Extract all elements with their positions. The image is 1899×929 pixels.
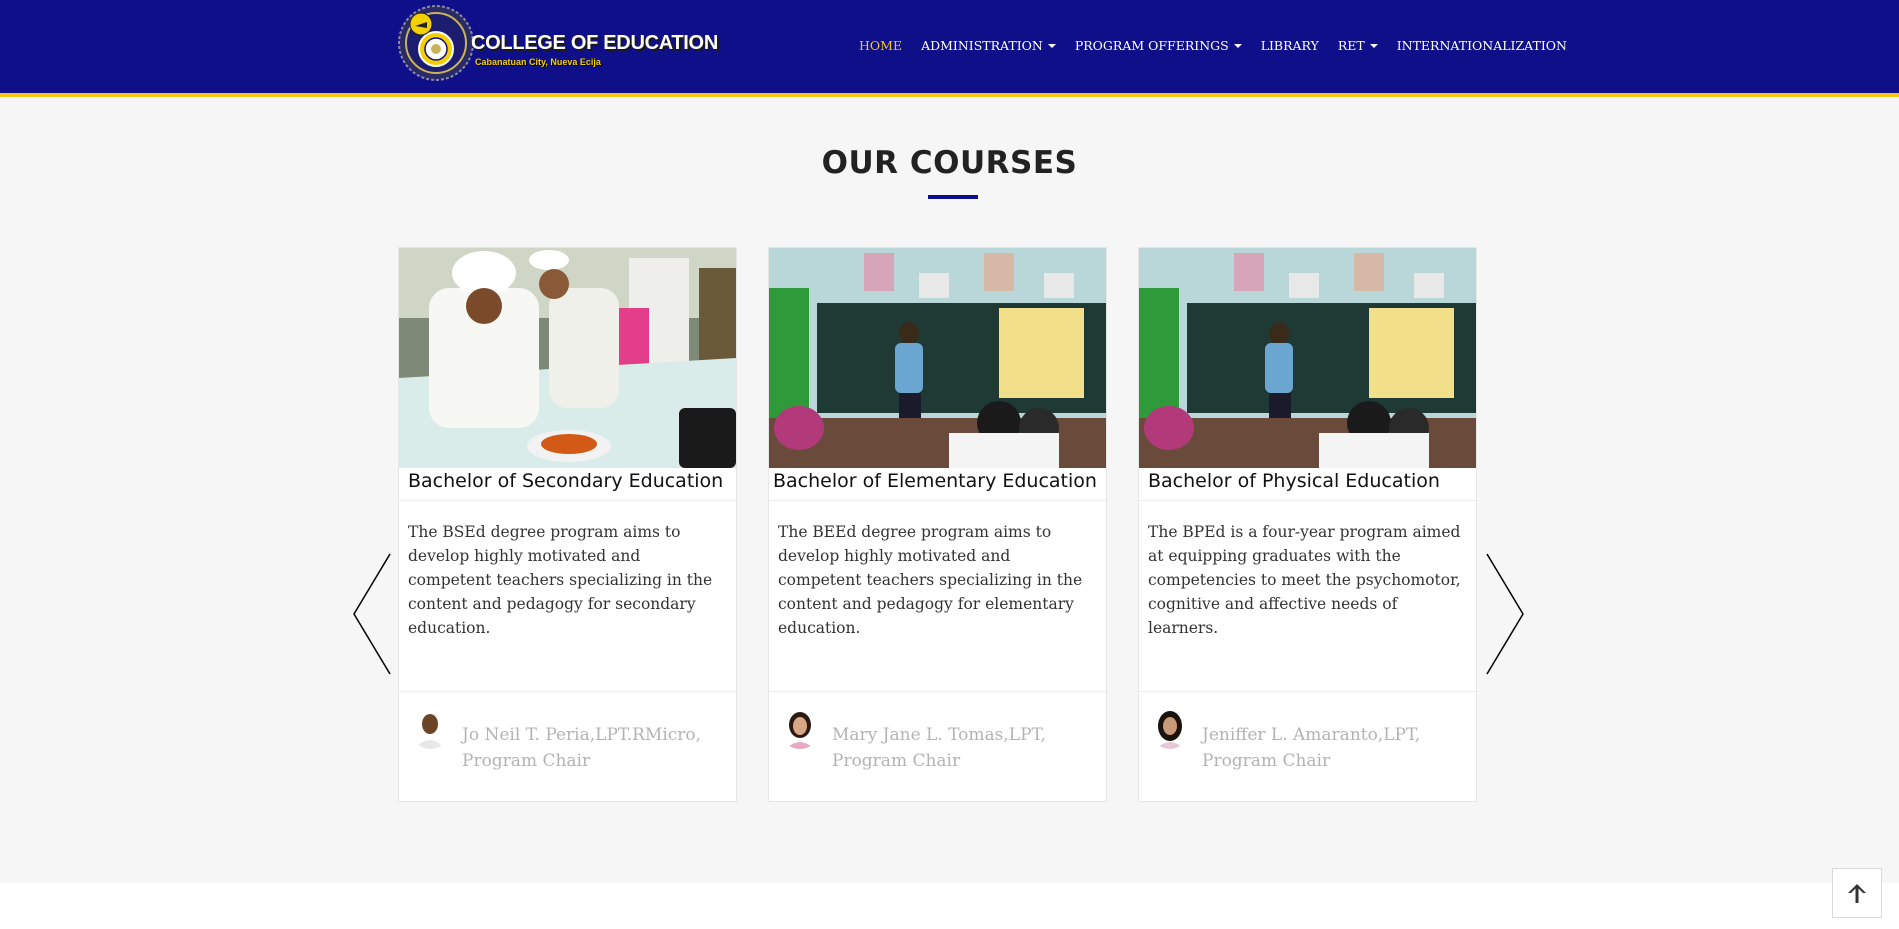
nav-program-offerings[interactable]: PROGRAM OFFERINGS bbox=[1075, 38, 1242, 53]
brand-title: COLLEGE OF EDUCATION bbox=[471, 32, 718, 54]
course-name: Bachelor of Physical Education bbox=[1148, 470, 1440, 492]
avatar bbox=[410, 709, 450, 749]
college-seal-icon bbox=[398, 5, 474, 81]
divider bbox=[1139, 500, 1476, 501]
scroll-to-top-button[interactable] bbox=[1832, 868, 1882, 918]
course-description: The BPEd is a four-year program aimed at… bbox=[1148, 523, 1461, 637]
main-nav: HOME ADMINISTRATION PROGRAM OFFERINGS LI… bbox=[859, 38, 1586, 53]
chevron-right-icon[interactable] bbox=[1485, 552, 1525, 676]
avatar bbox=[780, 709, 820, 749]
course-image-classroom bbox=[1139, 248, 1476, 468]
nav-internationalization-label: INTERNATIONALIZATION bbox=[1396, 38, 1567, 53]
course-card-bsed[interactable]: Bachelor of Secondary Education The BSEd… bbox=[398, 247, 737, 802]
caret-down-icon bbox=[1233, 43, 1242, 48]
course-card-beed[interactable]: Bachelor of Elementary Education The BEE… bbox=[768, 247, 1107, 802]
nav-home[interactable]: HOME bbox=[859, 38, 902, 53]
nav-ret[interactable]: RET bbox=[1338, 38, 1378, 53]
divider bbox=[399, 691, 736, 692]
divider bbox=[399, 500, 736, 501]
program-chair: Mary Jane L. Tomas,LPT, Program Chair bbox=[832, 725, 1046, 771]
brand-logo-link[interactable]: COLLEGE OF EDUCATION Cabanatuan City, Nu… bbox=[397, 4, 718, 82]
course-description: The BEEd degree program aims to develop … bbox=[778, 523, 1083, 637]
program-chair: Jeniffer L. Amaranto,LPT, Program Chair bbox=[1202, 725, 1421, 771]
course-image-cooking bbox=[399, 248, 736, 468]
caret-down-icon bbox=[1047, 43, 1056, 48]
nav-administration[interactable]: ADMINISTRATION bbox=[921, 38, 1056, 53]
caret-down-icon bbox=[1369, 43, 1378, 48]
top-navbar: COLLEGE OF EDUCATION Cabanatuan City, Nu… bbox=[0, 0, 1899, 97]
section-title: OUR COURSES bbox=[821, 145, 1078, 181]
nav-internationalization[interactable]: INTERNATIONALIZATION bbox=[1397, 38, 1567, 53]
nav-ret-label: RET bbox=[1337, 38, 1365, 53]
arrow-up-icon bbox=[1848, 884, 1866, 903]
nav-home-label: HOME bbox=[859, 38, 903, 53]
nav-administration-label: ADMINISTRATION bbox=[921, 38, 1043, 53]
title-underline bbox=[928, 195, 978, 199]
course-card-bped[interactable]: Bachelor of Physical Education The BPEd … bbox=[1138, 247, 1477, 802]
nav-library[interactable]: LIBRARY bbox=[1261, 38, 1319, 53]
avatar bbox=[1150, 709, 1190, 749]
divider bbox=[1139, 691, 1476, 692]
nav-library-label: LIBRARY bbox=[1260, 38, 1319, 53]
divider bbox=[769, 500, 1106, 501]
course-name: Bachelor of Elementary Education bbox=[773, 470, 1097, 492]
chevron-left-icon[interactable] bbox=[352, 552, 392, 676]
brand-subtitle: Cabanatuan City, Nueva Ecija bbox=[475, 57, 601, 67]
courses-section: OUR COURSES Bachelor of Secondary Educat… bbox=[0, 97, 1899, 883]
divider bbox=[769, 691, 1106, 692]
course-image-classroom bbox=[769, 248, 1106, 468]
course-description: The BSEd degree program aims to develop … bbox=[408, 523, 713, 637]
nav-program-offerings-label: PROGRAM OFFERINGS bbox=[1074, 38, 1229, 53]
course-name: Bachelor of Secondary Education bbox=[408, 470, 724, 492]
program-chair: Jo Neil T. Peria,LPT.RMicro, Program Cha… bbox=[462, 725, 702, 771]
